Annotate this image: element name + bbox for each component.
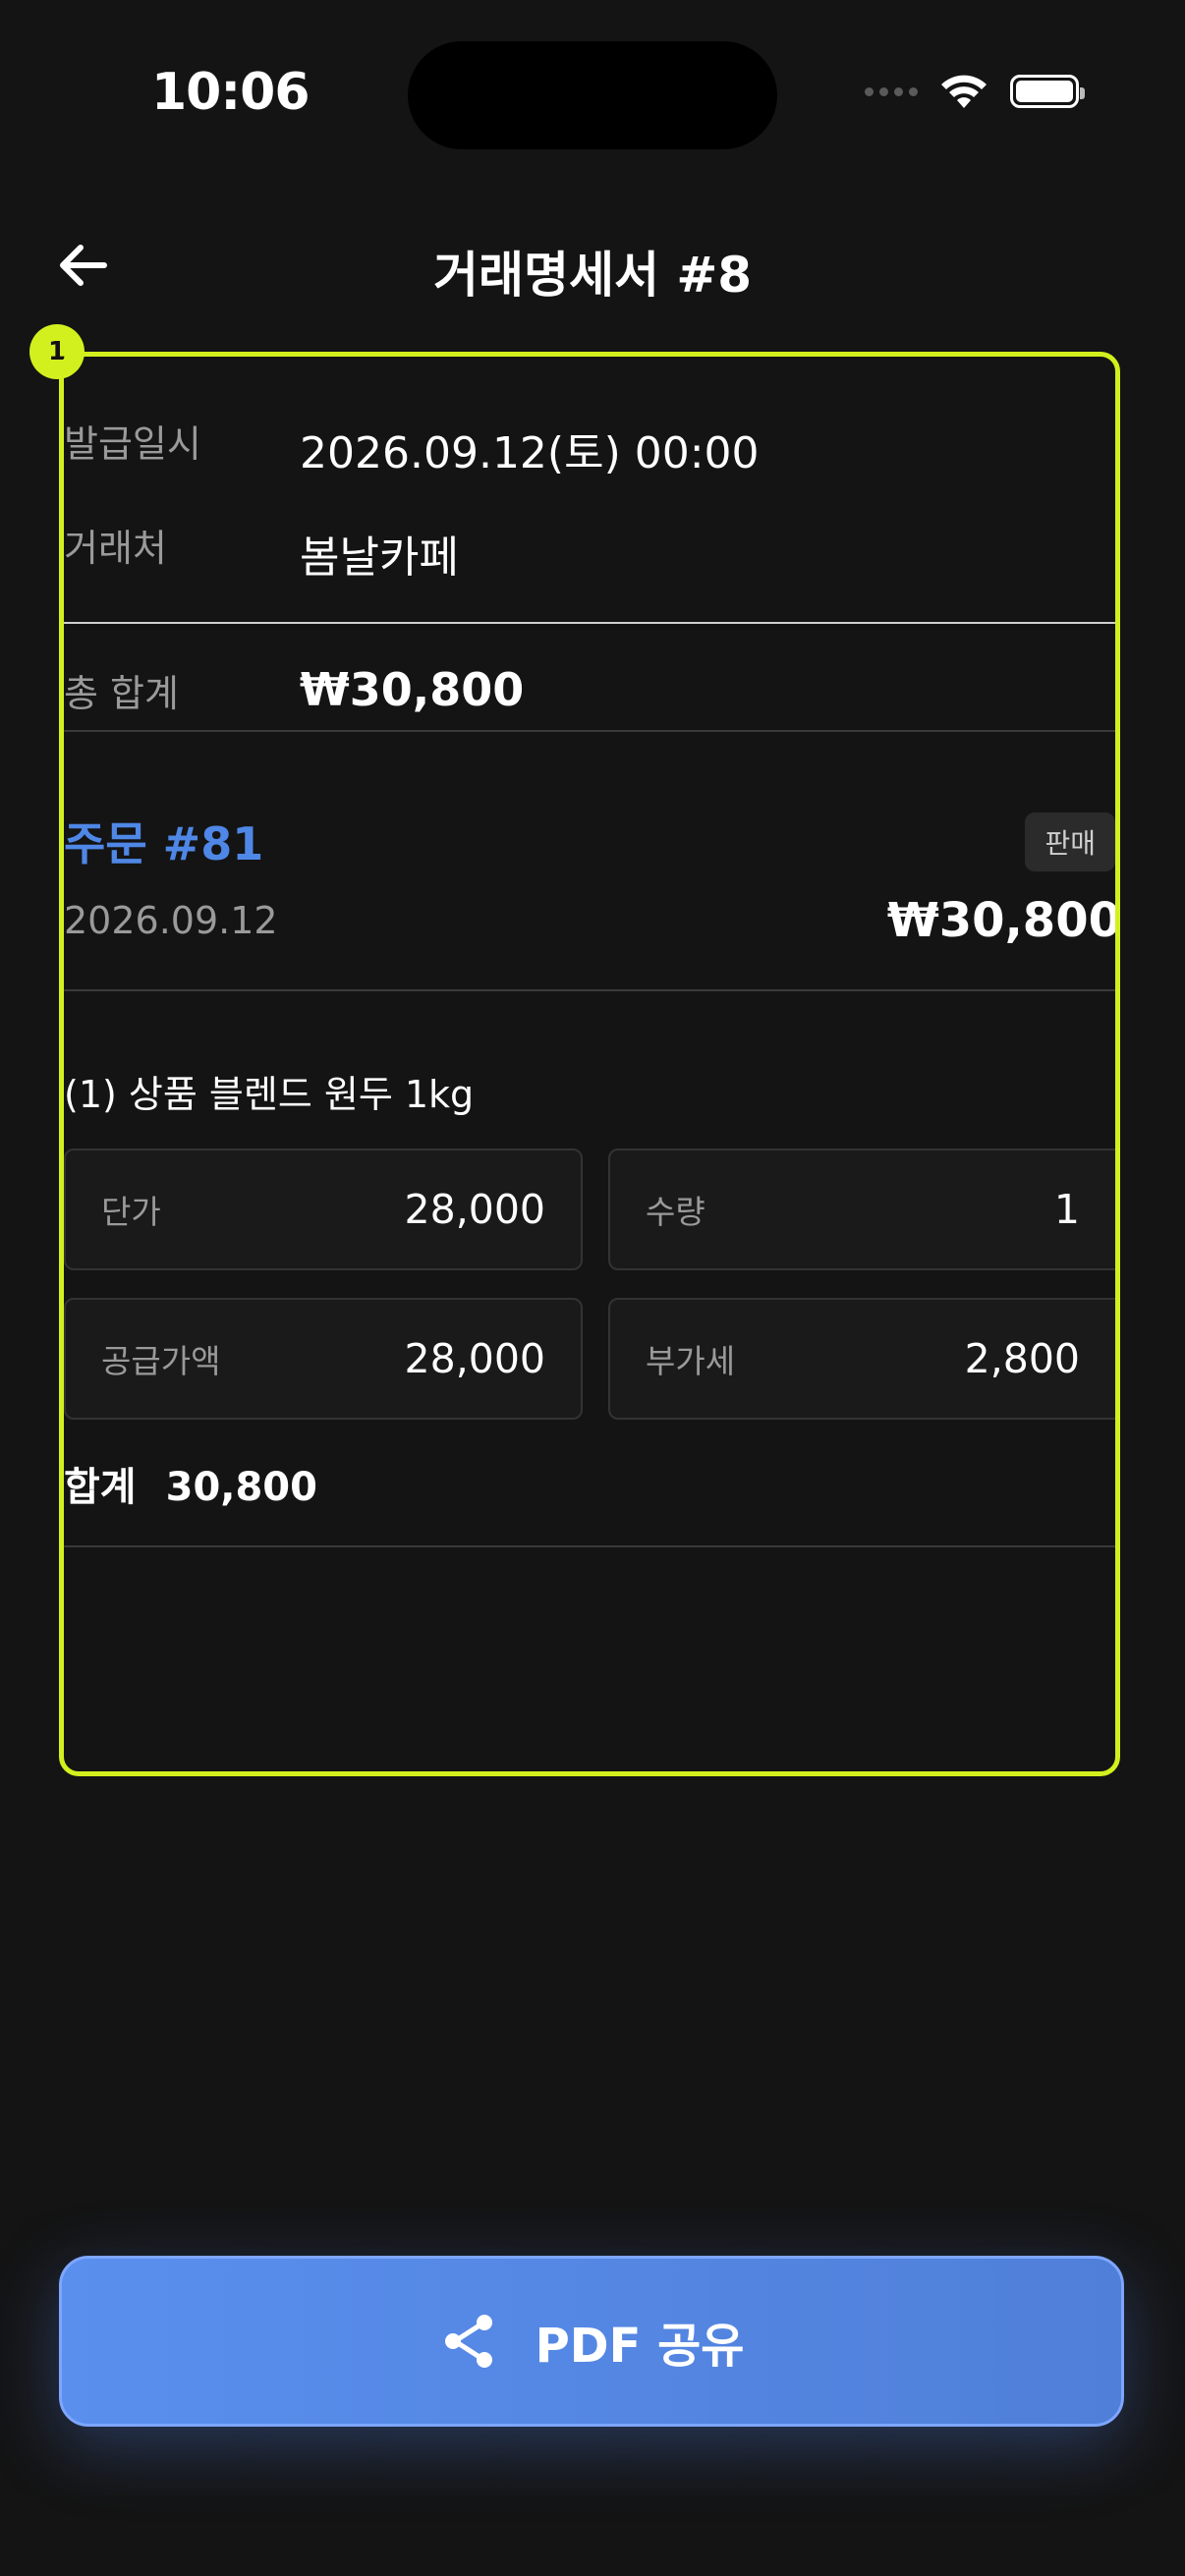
order-date: 2026.09.12 xyxy=(64,899,278,942)
vat-label: 부가세 xyxy=(646,1342,736,1380)
share-icon xyxy=(444,2315,492,2368)
client-value: 봄날카페 xyxy=(300,532,459,583)
quantity-value: 1 xyxy=(1053,1186,1080,1233)
order-title[interactable]: 주문 #81 xyxy=(64,809,263,873)
quantity-cell: 수량 1 xyxy=(608,1148,1115,1270)
divider xyxy=(64,989,1115,991)
unit-price-label: 단가 xyxy=(101,1193,161,1231)
dynamic-island xyxy=(408,41,777,149)
pdf-share-label: PDF 공유 xyxy=(535,2319,745,2374)
item-title: (1) 상품 블렌드 원두 1kg xyxy=(64,1073,475,1116)
total-label: 총 합계 xyxy=(64,672,179,715)
battery-icon xyxy=(1010,75,1085,108)
pdf-share-button[interactable]: PDF 공유 xyxy=(59,2256,1124,2427)
item-sum-value: 30,800 xyxy=(165,1465,317,1510)
total-value: ₩30,800 xyxy=(300,663,525,716)
item-sum: 합계 30,800 xyxy=(64,1455,317,1512)
supply-amount-cell: 공급가액 28,000 xyxy=(64,1298,583,1420)
invoice-card: 발급일시 2026.09.12(토) 00:00 거래처 봄날카페 총 합계 ₩… xyxy=(59,352,1120,1776)
status-time: 10:06 xyxy=(151,63,310,122)
unit-price-value: 28,000 xyxy=(404,1186,545,1233)
signal-icon xyxy=(865,86,918,96)
wifi-icon xyxy=(941,75,987,108)
page-title: 거래명세서 #8 xyxy=(432,247,753,304)
status-icons xyxy=(865,73,1085,110)
order-amount: ₩30,800 xyxy=(886,893,1120,948)
item-sum-label: 합계 xyxy=(64,1465,137,1510)
supply-amount-value: 28,000 xyxy=(404,1335,545,1382)
issue-date-label: 발급일시 xyxy=(64,422,201,466)
divider xyxy=(64,622,1115,624)
divider xyxy=(64,730,1115,732)
issue-date-value: 2026.09.12(토) 00:00 xyxy=(300,428,760,478)
unit-price-cell: 단가 28,000 xyxy=(64,1148,583,1270)
divider xyxy=(64,1545,1115,1547)
vat-value: 2,800 xyxy=(964,1335,1080,1382)
supply-amount-label: 공급가액 xyxy=(101,1342,221,1380)
vat-cell: 부가세 2,800 xyxy=(608,1298,1115,1420)
client-label: 거래처 xyxy=(64,527,167,570)
order-type-badge: 판매 xyxy=(1025,812,1115,871)
quantity-label: 수량 xyxy=(646,1193,705,1231)
